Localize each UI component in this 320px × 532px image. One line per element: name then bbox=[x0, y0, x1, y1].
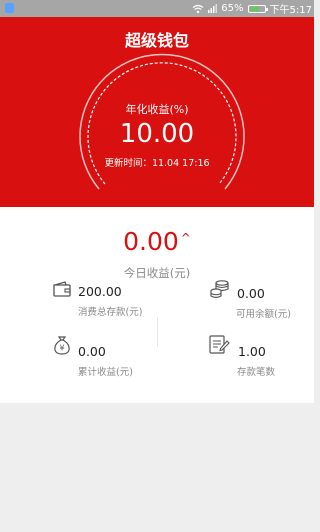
deposit-count-label: 存款笔数 bbox=[237, 367, 276, 378]
today-income-value: 0.00 bbox=[123, 227, 179, 256]
page-title: 超级钱包 bbox=[124, 31, 189, 50]
update-time-label: 更新时间： bbox=[104, 158, 152, 169]
coins-icon bbox=[210, 279, 230, 303]
divider bbox=[157, 317, 158, 347]
signal-icon bbox=[208, 4, 218, 13]
svg-text:¥: ¥ bbox=[59, 344, 64, 353]
cumulative-income-value: 0.00 bbox=[78, 344, 106, 359]
cumulative-income-label: 累计收益(元) bbox=[78, 367, 133, 378]
total-deposit-value: 200.00 bbox=[78, 284, 122, 299]
money-bag-icon: ¥ bbox=[52, 335, 72, 359]
up-caret-icon[interactable]: ^ bbox=[181, 231, 191, 245]
annual-yield-value: 10.00 bbox=[119, 119, 195, 149]
wallet-icon bbox=[52, 280, 72, 302]
balance-label: 可用余额(元) bbox=[236, 309, 291, 320]
screen: 65% 下午5:17 超级钱包 年化收益(%) 10.00 更新时间：11.04… bbox=[0, 0, 314, 532]
battery-icon bbox=[247, 4, 268, 13]
wifi-icon bbox=[192, 4, 204, 14]
summary-panel: 0.00 ^ 今日收益(元) 200.00 消费总存款(元) 0.00 可用余额… bbox=[0, 207, 314, 403]
balance-value: 0.00 bbox=[237, 286, 265, 301]
update-time-row: 更新时间：11.04 17:16 bbox=[0, 155, 314, 169]
battery-level-fill bbox=[249, 6, 259, 11]
today-income-row[interactable]: 0.00 ^ bbox=[0, 227, 314, 256]
deposit-count-value: 1.00 bbox=[238, 344, 266, 359]
header: 超级钱包 年化收益(%) 10.00 更新时间：11.04 17:16 bbox=[0, 17, 314, 207]
document-edit-icon bbox=[209, 335, 231, 359]
annual-yield-label: 年化收益(%) bbox=[125, 103, 189, 116]
status-time: 下午5:17 bbox=[269, 5, 312, 16]
battery-percent: 65% bbox=[221, 3, 244, 14]
today-income-label: 今日收益(元) bbox=[123, 266, 191, 280]
app-notification-icon bbox=[5, 3, 14, 13]
empty-area bbox=[0, 403, 314, 532]
update-time-value: 11.04 17:16 bbox=[151, 158, 210, 169]
status-bar: 65% 下午5:17 bbox=[0, 0, 314, 17]
total-deposit-label: 消费总存款(元) bbox=[78, 307, 143, 318]
status-right: 65% 下午5:17 bbox=[192, 0, 312, 17]
